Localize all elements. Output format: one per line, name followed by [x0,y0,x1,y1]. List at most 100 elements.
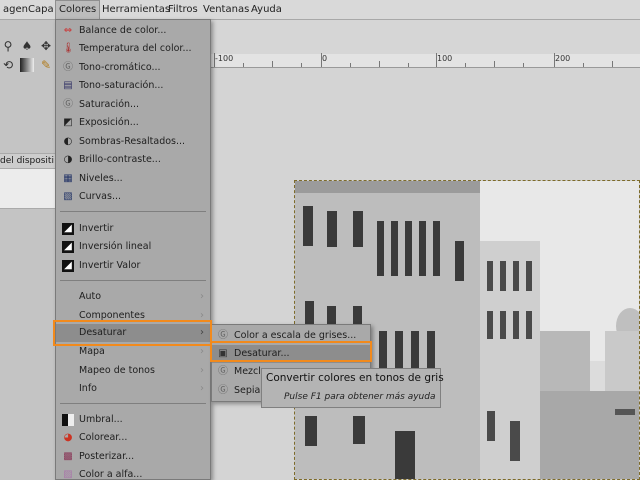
menubar: agen Capa Colores Herramientas Filtros V… [0,0,640,20]
menu-item-label: Desaturar [79,327,127,338]
menu-filtros[interactable]: Filtros [165,0,201,20]
tool-options-panel [0,169,56,209]
menu-item-label: Colorear... [79,432,128,443]
menu-item-sombras[interactable]: ◐ Sombras-Resaltados... [56,133,210,151]
menu-item-tono-cromatico[interactable]: Ⓖ Tono-cromático... [56,59,210,77]
menu-item-color-alfa[interactable]: ▨ Color a alfa... [56,466,210,480]
threshold-icon [62,414,74,426]
menu-item-umbral[interactable]: Umbral... [56,411,210,429]
move-tool-icon[interactable]: ✥ [39,39,53,53]
menu-item-label: Temperatura del color... [79,43,192,54]
colors-menu: ⇔ Balance de color... 🌡 Temperatura del … [55,19,211,480]
menu-item-tono-saturacion[interactable]: ▤ Tono-saturación... [56,77,210,95]
mixer-icon: Ⓖ [218,366,228,377]
menu-ayuda[interactable]: Ayuda [248,0,285,20]
transform-tool-icon[interactable]: ⟲ [1,58,15,72]
menu-item-colorear[interactable]: ◕ Colorear... [56,429,210,447]
menu-herramientas[interactable]: Herramientas [99,0,173,20]
gimp-window: agen Capa Colores Herramientas Filtros V… [0,0,640,480]
menu-item-componentes[interactable]: Componentes › [56,307,210,325]
menu-item-label: Mapeo de tonos [79,365,155,376]
menu-separator [60,280,206,281]
levels-icon: ▦ [63,173,73,184]
menu-item-auto[interactable]: Auto › [56,288,210,306]
linear-invert-icon: ◢ [62,241,74,253]
submenu-arrow-icon: › [200,291,204,302]
menu-item-label: Inversión lineal [79,241,152,252]
zoom-tool-icon[interactable]: ⚲ [1,39,15,53]
ruler-label: -100 [215,54,234,63]
hue-chroma-icon: Ⓖ [63,62,73,73]
menu-item-label: Info [79,383,97,394]
horizontal-ruler[interactable]: -100 0 100 200 [210,53,640,68]
menu-item-label: Sombras-Resaltados... [79,136,186,147]
tooltip-text: Convertir colores en tonos de gris [266,372,444,384]
menu-item-invertir-valor[interactable]: ◢ Invertir Valor [56,257,210,275]
menu-item-label: Umbral... [79,414,123,425]
menu-separator [60,211,206,212]
menu-item-label: Exposición... [79,117,139,128]
menu-item-label: Posterizar... [79,451,135,462]
menu-item-label: Niveles... [79,173,123,184]
shadows-highlights-icon: ◐ [63,136,73,147]
device-status-tab[interactable]: del dispositi [0,153,56,169]
gradient-tool-icon[interactable] [20,58,34,72]
menu-item-curvas[interactable]: ▧ Curvas... [56,188,210,206]
menu-item-label: Componentes [79,310,145,321]
submenu-arrow-icon: › [200,327,204,338]
gegl-icon: Ⓖ [218,330,228,341]
posterize-icon: ▩ [63,451,73,462]
submenu-arrow-icon: › [200,383,204,394]
color-balance-icon: ⇔ [63,25,73,36]
color-to-alpha-icon: ▨ [63,469,73,480]
hue-saturation-icon: ▤ [63,80,73,91]
tooltip: Convertir colores en tonos de gris Pulse… [261,368,444,408]
menu-item-desaturar[interactable]: Desaturar › [56,324,210,342]
submenu-arrow-icon: › [200,346,204,357]
brightness-contrast-icon: ◑ [63,154,73,165]
menu-item-exposicion[interactable]: ◩ Exposición... [56,114,210,132]
menu-item-niveles[interactable]: ▦ Niveles... [56,170,210,188]
menu-item-label: Invertir [79,223,114,234]
menu-item-mapeo-tonos[interactable]: Mapeo de tonos › [56,362,210,380]
submenu-arrow-icon: › [200,365,204,376]
menu-item-mapa[interactable]: Mapa › [56,343,210,361]
submenu-item-color-a-gris[interactable]: Ⓖ Color a escala de grises... [212,327,370,345]
value-invert-icon: ◢ [62,260,74,272]
submenu-arrow-icon: › [200,310,204,321]
menu-item-label: Color a alfa... [79,469,143,480]
menu-item-label: Tono-saturación... [79,80,164,91]
menu-item-inversion-lineal[interactable]: ◢ Inversión lineal [56,238,210,256]
saturation-icon: Ⓖ [63,99,73,110]
menu-item-invertir[interactable]: ◢ Invertir [56,220,210,238]
submenu-item-label: Color a escala de grises... [234,330,357,341]
menu-ventanas[interactable]: Ventanas [200,0,252,20]
submenu-item-desaturar[interactable]: ▣ Desaturar... [212,345,370,363]
tooltip-help: Pulse F1 para obtener más ayuda [284,392,436,402]
menu-separator [60,403,206,404]
menu-colores[interactable]: Colores [55,0,101,20]
menu-item-posterizar[interactable]: ▩ Posterizar... [56,448,210,466]
toolbox: ⚲ ♠ ✥ ⟲ ✎ del dispositi [0,20,56,480]
menu-item-balance[interactable]: ⇔ Balance de color... [56,22,210,40]
exposure-icon: ◩ [63,117,73,128]
thermometer-icon: 🌡 [62,43,75,54]
desaturate-icon: ▣ [218,348,228,359]
submenu-item-label: Desaturar... [234,348,290,359]
menu-capa[interactable]: Capa [25,0,57,20]
menu-item-brillo[interactable]: ◑ Brillo-contraste... [56,151,210,169]
menu-item-saturacion[interactable]: Ⓖ Saturación... [56,96,210,114]
menu-item-label: Mapa [79,346,105,357]
colorize-icon: ◕ [63,432,73,443]
fuzzy-select-icon[interactable]: ♠ [20,39,34,53]
curves-icon: ▧ [63,191,73,202]
menu-item-label: Balance de color... [79,25,167,36]
pencil-tool-icon[interactable]: ✎ [39,58,53,72]
menu-item-label: Curvas... [79,191,122,202]
menu-item-info[interactable]: Info › [56,380,210,398]
menu-item-label: Brillo-contraste... [79,154,161,165]
menu-item-label: Tono-cromático... [79,62,161,73]
menu-item-temperatura[interactable]: 🌡 Temperatura del color... [56,40,210,58]
menu-item-label: Saturación... [79,99,140,110]
ruler-label: 100 [437,54,453,63]
